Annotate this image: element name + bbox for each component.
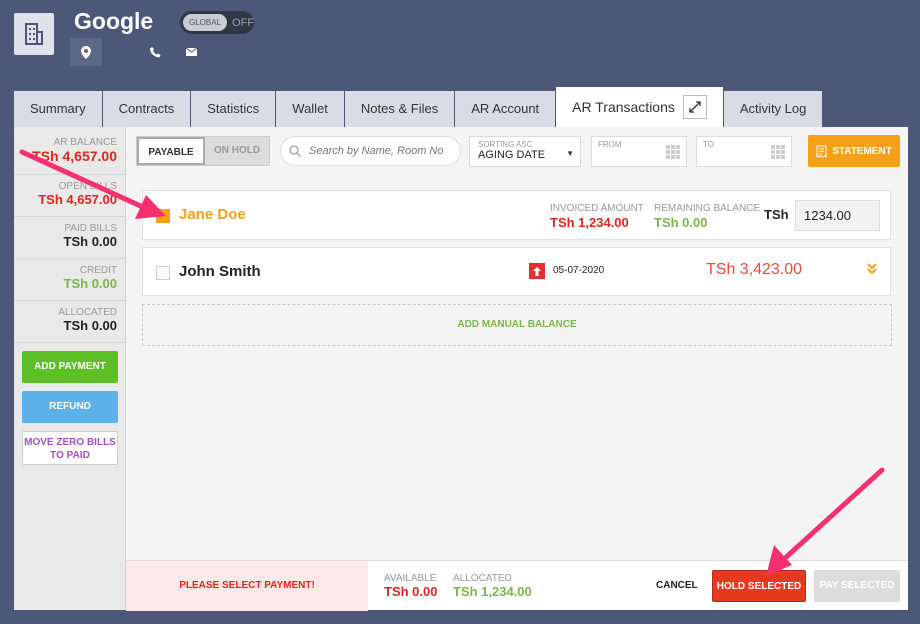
table-row[interactable]: Jane Doe INVOICED AMOUNT TSh 1,234.00 RE… [142,190,891,240]
stat-label: ALLOCATED [58,307,117,318]
tab-statistics[interactable]: Statistics [191,91,276,127]
sort-label: SORTING ASC [478,140,533,149]
location-pin-icon [81,45,91,59]
calendar-icon [666,145,680,159]
payment-warning: PLEASE SELECT PAYMENT! [126,561,368,611]
cancel-button[interactable]: CANCEL [656,580,698,591]
currency-label: TSh [764,207,789,222]
stat-label: AR BALANCE [53,137,117,148]
company-name: Google [74,8,154,34]
toggle-label: GLOBAL [183,14,228,31]
invoiced-label: INVOICED AMOUNT [550,203,644,214]
tab-wallet[interactable]: Wallet [276,91,344,127]
stat-value: TSh 0.00 [63,276,117,291]
stat-label: OPEN BILLS [58,181,117,192]
refund-button[interactable]: REFUND [22,391,118,423]
customer-name: Jane Doe [179,206,246,223]
search-input[interactable] [309,145,449,157]
caret-down-icon: ▼ [566,149,574,158]
invoiced-value: TSh 1,234.00 [550,215,629,230]
tab-ar-transactions-label: AR Transactions [572,99,675,115]
statement-button[interactable]: STATEMENT [808,135,900,167]
stat-allocated: ALLOCATED TSh 0.00 [14,301,125,343]
email-icon[interactable] [183,44,199,60]
search-box [280,136,461,166]
sort-select[interactable]: SORTING ASC AGING DATE ▼ [469,136,581,167]
remaining-value: TSh 0.00 [654,215,708,230]
stat-value: TSh 4,657.00 [38,192,117,207]
hold-selected-button[interactable]: HOLD SELECTED [712,570,806,602]
stat-value: TSh 4,657.00 [32,148,117,164]
tab-contracts[interactable]: Contracts [102,91,191,127]
available-value: TSh 0.00 [384,584,438,599]
company-logo [14,13,54,55]
row-checkbox[interactable] [156,266,170,280]
row-checkbox[interactable] [156,209,170,223]
amount-input[interactable]: 1234.00 [795,200,880,231]
main-panel: AR BALANCE TSh 4,657.00 OPEN BILLS TSh 4… [14,127,908,611]
stat-value: TSh 0.00 [63,234,117,249]
stat-open-bills: OPEN BILLS TSh 4,657.00 [14,175,125,217]
stat-ar-balance: AR BALANCE TSh 4,657.00 [14,127,125,175]
stat-credit: CREDIT TSh 0.00 [14,259,125,301]
allocated-label: ALLOCATED [453,573,512,584]
stat-value: TSh 0.00 [63,318,117,333]
chevron-double-down-icon[interactable] [867,263,877,275]
remaining-label: REMAINING BALANCE [654,203,761,214]
add-payment-button[interactable]: ADD PAYMENT [22,351,118,383]
tab-payable[interactable]: PAYABLE [137,137,205,165]
tab-bar: Summary Contracts Statistics Wallet Note… [14,87,823,127]
footer-bar: PLEASE SELECT PAYMENT! AVAILABLE TSh 0.0… [126,560,908,611]
bill-amount: TSh 3,423.00 [706,261,803,278]
stat-label: PAID BILLS [64,223,117,234]
calendar-icon [771,145,785,159]
toggle-state: OFF [232,16,255,29]
sort-value: AGING DATE [478,149,546,161]
tab-summary[interactable]: Summary [14,91,102,127]
search-icon [289,145,301,157]
phone-icon[interactable] [147,44,163,60]
available-label: AVAILABLE [384,573,437,584]
pay-selected-button[interactable]: PAY SELECTED [814,570,900,602]
sidebar: AR BALANCE TSh 4,657.00 OPEN BILLS TSh 4… [14,127,126,610]
payable-toggle: PAYABLE ON HOLD [136,136,270,166]
to-date-field[interactable]: TO [696,136,792,167]
add-manual-balance-button[interactable]: ADD MANUAL BALANCE [142,304,892,346]
location-button[interactable] [70,38,102,66]
receipt-icon [816,145,827,158]
stat-label: CREDIT [79,265,117,276]
statement-label: STATEMENT [832,145,892,157]
building-icon [25,23,43,45]
allocated-value: TSh 1,234.00 [453,584,532,599]
expand-button[interactable] [682,95,707,119]
tab-on-hold[interactable]: ON HOLD [205,137,269,165]
expand-icon [689,101,701,113]
tab-ar-transactions[interactable]: AR Transactions [556,87,723,127]
tab-notes-files[interactable]: Notes & Files [344,91,455,127]
tab-ar-account[interactable]: AR Account [455,91,556,127]
tab-activity-log[interactable]: Activity Log [723,91,823,127]
from-date-field[interactable]: FROM [591,136,687,167]
global-toggle[interactable]: GLOBAL OFF [180,11,254,34]
arrow-up-icon [529,263,545,279]
stat-paid-bills: PAID BILLS TSh 0.00 [14,217,125,259]
customer-name: John Smith [179,263,261,280]
table-row[interactable]: John Smith 05-07-2020 TSh 3,423.00 [142,247,891,296]
bill-date: 05-07-2020 [553,265,605,276]
move-zero-bills-button[interactable]: MOVE ZERO BILLS TO PAID [22,431,118,465]
